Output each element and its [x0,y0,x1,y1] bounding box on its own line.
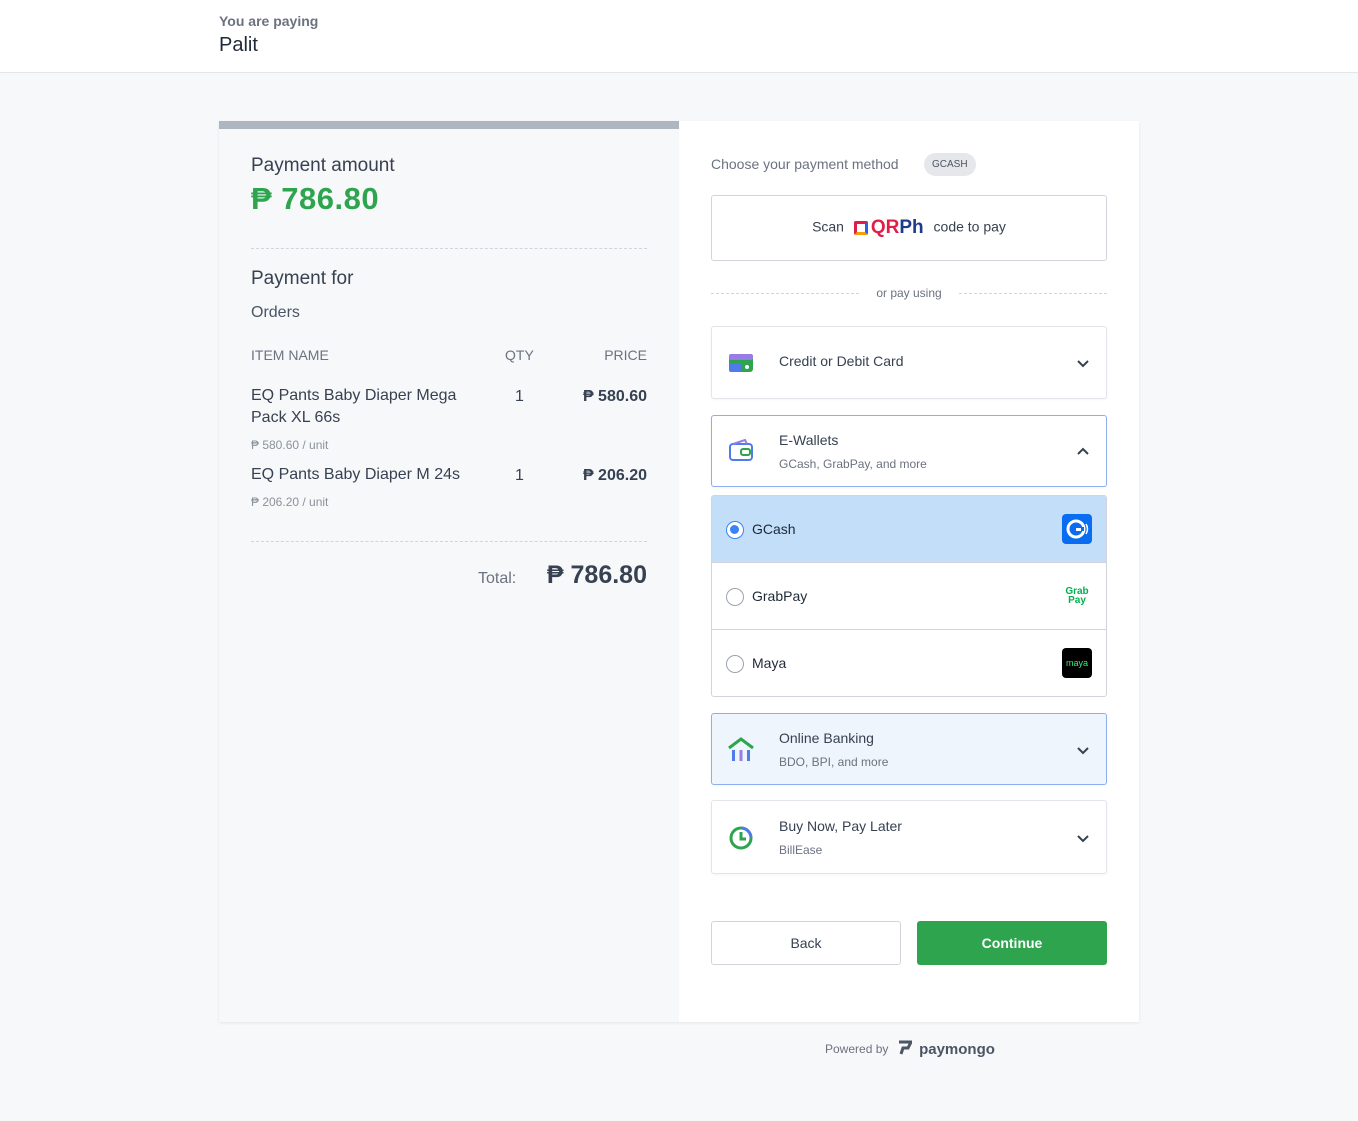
item-name: EQ Pants Baby Diaper Mega Pack XL 66s [251,387,457,426]
total-label: Total: [478,570,517,587]
item-price: ₱ 206.20 [582,467,647,484]
checkout-card: Payment amount ₱ 786.80 Payment for Orde… [219,121,1139,1022]
paymongo-brand: paymongo [919,1041,995,1058]
payment-amount: ₱ 786.80 [251,181,380,216]
powered-by: Powered by paymongo [825,1040,995,1058]
col-item-name: ITEM NAME [251,347,329,363]
item-unit-price: ₱ 580.60 / unit [251,438,329,452]
qr-suffix: code to pay [933,218,1006,235]
payment-for-value: Orders [251,304,300,321]
method-title: Buy Now, Pay Later [779,818,902,834]
gcash-logo-icon [1062,514,1092,544]
wallet-option-grabpay[interactable]: GrabPay Grab Pay [712,563,1106,630]
bank-icon [728,737,754,761]
method-subtitle: BDO, BPI, and more [779,755,889,769]
item-name: EQ Pants Baby Diaper M 24s [251,466,460,483]
paying-label: You are paying [219,13,319,29]
method-title: E-Wallets [779,432,839,448]
method-title: Online Banking [779,730,874,746]
clock-icon [729,826,753,850]
payment-amount-label: Payment amount [251,155,395,176]
maya-logo-icon: maya [1062,648,1092,678]
method-e-wallets[interactable]: E-Wallets GCash, GrabPay, and more [711,415,1107,487]
radio-button[interactable] [726,655,744,673]
payment-for-label: Payment for [251,268,354,289]
order-summary-panel: Payment amount ₱ 786.80 Payment for Orde… [219,121,679,1022]
wallet-option-gcash[interactable]: GCash [712,496,1106,563]
divider [251,541,647,542]
item-unit-price: ₱ 206.20 / unit [251,495,329,509]
qrph-mark-icon [853,221,868,235]
paymongo-logo-icon [898,1040,912,1055]
wallet-option-maya[interactable]: Maya maya [712,630,1106,696]
method-online-banking[interactable]: Online Banking BDO, BPI, and more [711,713,1107,785]
card-icon [729,354,753,372]
chevron-down-icon [1077,360,1089,368]
method-buy-now-pay-later[interactable]: Buy Now, Pay Later BillEase [711,800,1107,874]
col-qty: QTY [505,347,534,363]
item-qty: 1 [515,467,524,484]
wallet-icon [729,438,753,461]
col-price: PRICE [604,347,647,363]
wallet-name: GrabPay [752,588,808,604]
total-value: ₱ 786.80 [546,561,647,589]
radio-button[interactable] [726,521,744,539]
top-bar: You are paying Palit [0,0,1358,73]
continue-button[interactable]: Continue [917,921,1107,965]
back-button[interactable]: Back [711,921,901,965]
powered-by-label: Powered by [825,1042,889,1056]
qrph-logo: QRPh [853,217,924,239]
method-subtitle: GCash, GrabPay, and more [779,457,927,471]
chevron-up-icon [1077,447,1089,455]
method-title: Credit or Debit Card [779,353,904,369]
item-qty: 1 [515,388,524,405]
choose-method-label: Choose your payment method [711,156,899,172]
qrph-scan-button[interactable]: Scan QRPh code to pay [711,195,1107,261]
or-pay-using: or pay using [876,286,942,300]
method-badge: GCASH [924,153,976,176]
merchant-name: Palit [219,34,258,56]
divider [251,248,647,249]
item-price: ₱ 580.60 [582,388,647,405]
wallet-name: GCash [752,521,796,537]
method-subtitle: BillEase [779,843,823,857]
radio-button[interactable] [726,588,744,606]
qr-prefix: Scan [812,218,844,235]
wallet-name: Maya [752,655,787,671]
chevron-down-icon [1077,835,1089,843]
grabpay-logo-icon: Grab Pay [1065,586,1089,606]
e-wallet-options: GCash GrabPay Grab Pay Maya maya [711,495,1107,697]
chevron-down-icon [1077,747,1089,755]
payment-method-panel: Choose your payment method GCASH Scan QR… [679,121,1139,1022]
method-credit-card[interactable]: Credit or Debit Card [711,326,1107,399]
